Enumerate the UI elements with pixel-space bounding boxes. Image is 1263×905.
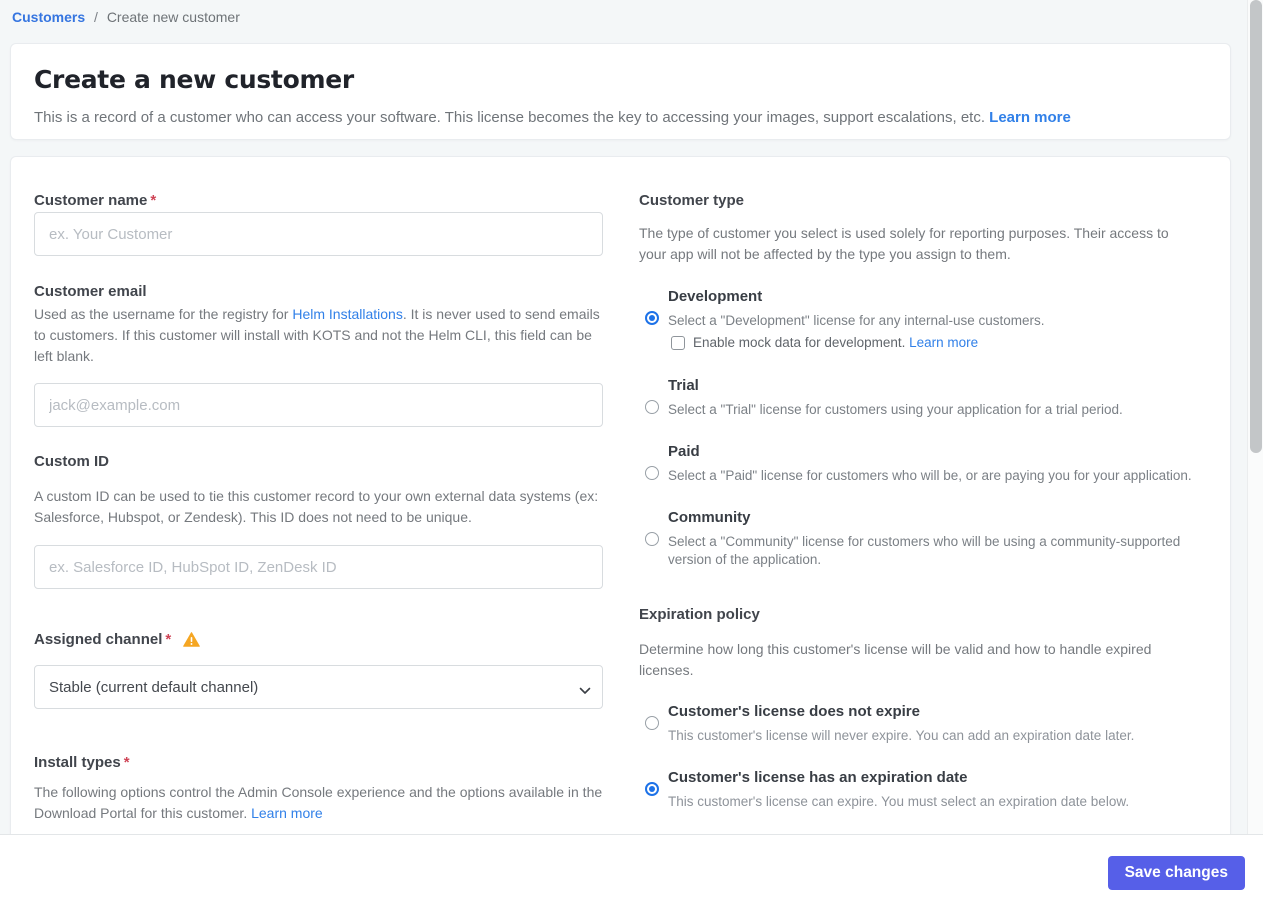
option-title: Paid: [668, 443, 700, 460]
customer-type-option-trial: Trial Select a "Trial" license for custo…: [639, 376, 1203, 419]
mock-data-learn-more-link[interactable]: Learn more: [909, 335, 978, 350]
option-description: Select a "Development" license for any i…: [668, 313, 1045, 328]
option-title: Development: [668, 288, 763, 305]
header-card: Create a new customer This is a record o…: [10, 43, 1231, 140]
option-description: This customer's license can expire. You …: [668, 794, 1130, 809]
customer-name-input[interactable]: [34, 212, 603, 256]
expiration-option-no-expire: Customer's license does not expire This …: [639, 702, 1203, 745]
form-left-column: Customer name* Customer email Used as th…: [34, 157, 603, 824]
header-learn-more-link[interactable]: Learn more: [989, 109, 1071, 126]
radio-license-has-expiration[interactable]: [645, 782, 659, 796]
customer-email-label: Customer email: [34, 283, 147, 300]
required-asterisk: *: [123, 754, 130, 771]
option-title: Trial: [668, 377, 699, 394]
option-title: Customer's license has an expiration dat…: [668, 769, 968, 786]
breadcrumb-separator: /: [94, 9, 98, 25]
breadcrumb-current: Create new customer: [106, 9, 240, 25]
option-description: This customer's license will never expir…: [668, 728, 1135, 743]
radio-trial[interactable]: [645, 400, 659, 414]
mock-data-checkbox-label: Enable mock data for development. Learn …: [693, 335, 979, 350]
customer-name-label: Customer name *: [34, 192, 157, 209]
customer-type-option-paid: Paid Select a "Paid" license for custome…: [639, 442, 1203, 485]
radio-development[interactable]: [645, 311, 659, 325]
scrollbar-track[interactable]: [1247, 0, 1263, 834]
install-types-description: The following options control the Admin …: [34, 784, 603, 821]
breadcrumb-customers-link[interactable]: Customers: [12, 9, 85, 25]
custom-id-description: A custom ID can be used to tie this cust…: [34, 488, 599, 525]
breadcrumb: Customers / Create new customer: [12, 9, 240, 25]
expiration-policy-description: Determine how long this customer's licen…: [639, 641, 1152, 678]
option-description: Select a "Community" license for custome…: [668, 534, 1181, 567]
assigned-channel-label: Assigned channel *: [34, 630, 603, 653]
customer-type-description: The type of customer you select is used …: [639, 225, 1169, 262]
assigned-channel-select[interactable]: Stable (current default channel): [34, 665, 603, 709]
option-description: Select a "Paid" license for customers wh…: [668, 468, 1192, 483]
radio-community[interactable]: [645, 532, 659, 546]
custom-id-input[interactable]: [34, 545, 603, 589]
radio-license-does-not-expire[interactable]: [645, 716, 659, 730]
option-title: Customer's license does not expire: [668, 703, 920, 720]
required-asterisk: *: [165, 631, 172, 648]
customer-email-input[interactable]: [34, 383, 603, 427]
customer-type-option-development: Development Select a "Development" licen…: [639, 287, 1203, 350]
customer-email-description: Used as the username for the registry fo…: [34, 306, 600, 364]
radio-paid[interactable]: [645, 466, 659, 480]
warning-icon: [183, 632, 201, 653]
helm-installations-link[interactable]: Helm Installations: [292, 306, 403, 322]
mock-data-checkbox[interactable]: [671, 335, 685, 350]
mock-data-checkbox-row: Enable mock data for development. Learn …: [671, 335, 1203, 350]
option-description: Select a "Trial" license for customers u…: [668, 402, 1123, 417]
expiration-option-has-date: Customer's license has an expiration dat…: [639, 768, 1203, 811]
footer-bar: Save changes: [0, 834, 1263, 905]
install-types-label: Install types *: [34, 754, 130, 771]
form-right-column: Customer type The type of customer you s…: [639, 157, 1203, 811]
install-types-learn-more-link[interactable]: Learn more: [251, 805, 323, 821]
expiration-policy-heading: Expiration policy: [639, 606, 760, 623]
header-description: This is a record of a customer who can a…: [34, 109, 1071, 126]
scrollbar-thumb[interactable]: [1250, 0, 1262, 453]
form-card: Customer name* Customer email Used as th…: [10, 156, 1231, 850]
option-title: Community: [668, 509, 751, 526]
custom-id-label: Custom ID: [34, 453, 109, 470]
customer-type-option-community: Community Select a "Community" license f…: [639, 508, 1203, 569]
required-asterisk: *: [150, 192, 157, 209]
customer-type-heading: Customer type: [639, 192, 745, 209]
page-title: Create a new customer: [34, 65, 354, 94]
save-changes-button[interactable]: Save changes: [1107, 856, 1245, 890]
